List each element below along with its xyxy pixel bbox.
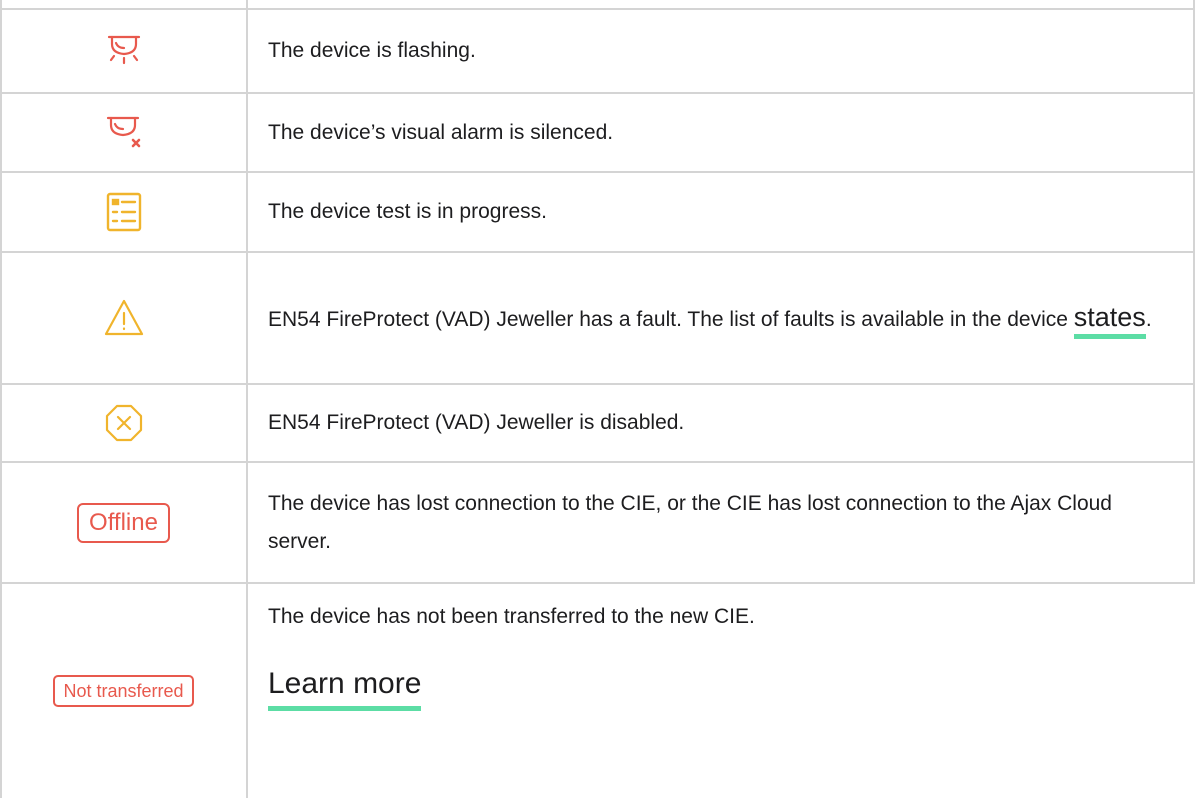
description-cell: EN54 FireProtect (VAD) Jeweller is disab… <box>268 385 1175 461</box>
description-cell: The device is flashing. <box>268 10 1175 92</box>
not-transferred-badge: Not transferred <box>53 675 194 707</box>
description-cell: The device has not been transferred to t… <box>268 584 1175 798</box>
icon-cell <box>0 94 247 171</box>
siren-silenced-icon <box>106 116 140 147</box>
learn-more-link[interactable]: Learn more <box>268 664 422 711</box>
icon-cell: Not transferred <box>0 584 247 798</box>
description-cell: The device test is in progress. <box>268 173 1175 251</box>
icon-cell <box>0 253 247 383</box>
description-text: EN54 FireProtect (VAD) Jeweller has a fa… <box>268 295 1175 342</box>
description-text: The device has lost connection to the CI… <box>268 491 1112 553</box>
disabled-octagon-icon <box>105 404 142 442</box>
learn-more-wrap: Learn more <box>268 664 1175 711</box>
icon-cell: Offline <box>0 463 247 582</box>
table-row: Not transferred The device has not been … <box>0 584 1195 798</box>
description-text: The device test is in progress. <box>268 200 547 223</box>
fault-description: EN54 FireProtect (VAD) Jeweller has a fa… <box>268 307 1074 331</box>
offline-badge: Offline <box>77 502 170 543</box>
warning-triangle-icon <box>104 299 143 336</box>
description-cell: EN54 FireProtect (VAD) Jeweller has a fa… <box>268 253 1175 383</box>
table-row: EN54 FireProtect (VAD) Jeweller has a fa… <box>0 253 1195 383</box>
description-cell: The device’s visual alarm is silenced. <box>268 94 1175 171</box>
siren-flashing-icon <box>107 35 140 65</box>
icon-cell <box>0 10 247 92</box>
table-row: EN54 FireProtect (VAD) Jeweller is disab… <box>0 385 1195 461</box>
states-link[interactable]: states <box>1073 301 1146 339</box>
description-text: The device has not been transferred to t… <box>268 605 755 628</box>
table-row: The device’s visual alarm is silenced. <box>0 94 1195 171</box>
description-text: The device is flashing. <box>268 39 476 62</box>
description-text: The device’s visual alarm is silenced. <box>268 120 614 144</box>
icon-cell <box>0 173 247 251</box>
table-row: The device test is in progress. <box>0 173 1195 251</box>
icon-cell <box>0 385 247 461</box>
description-text: EN54 FireProtect (VAD) Jeweller is disab… <box>268 411 685 434</box>
sentence-period: . <box>1145 307 1152 331</box>
table-row: Offline The device has lost connection t… <box>0 463 1195 582</box>
description-cell: The device has lost connection to the CI… <box>268 463 1175 582</box>
table-row: The device is flashing. <box>0 10 1195 92</box>
device-test-list-icon <box>106 192 141 232</box>
